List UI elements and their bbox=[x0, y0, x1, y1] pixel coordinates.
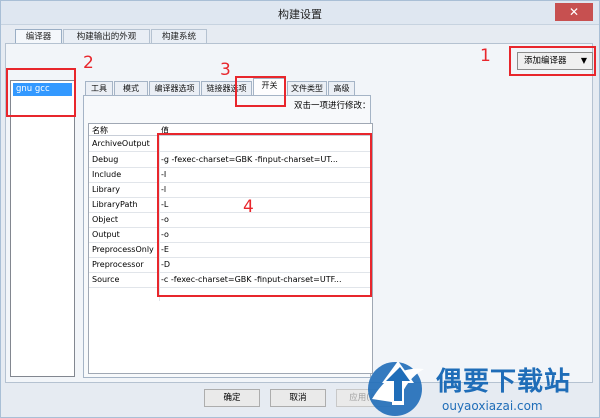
row-name: LibraryPath bbox=[92, 200, 138, 209]
row-name: Debug bbox=[92, 155, 119, 164]
annotation-number-4: 4 bbox=[243, 197, 254, 217]
tab-tools[interactable]: 工具 bbox=[85, 81, 113, 95]
window-title: 构建设置 bbox=[278, 8, 322, 21]
row-name: Object bbox=[92, 215, 119, 224]
row-name: Library bbox=[92, 185, 120, 194]
row-name: ArchiveOutput bbox=[92, 139, 150, 148]
row-name: Source bbox=[92, 275, 120, 284]
annotation-box-4 bbox=[157, 133, 372, 297]
row-name: Preprocessor bbox=[92, 260, 144, 269]
column-header-name[interactable]: 名称 bbox=[92, 125, 108, 136]
row-name: Output bbox=[92, 230, 120, 239]
annotation-number-2: 2 bbox=[83, 53, 94, 73]
annotation-number-3: 3 bbox=[220, 60, 231, 80]
close-button[interactable]: ✕ bbox=[555, 3, 593, 21]
site-watermark: 偶要下载站 ouyaoxiazai.com bbox=[362, 355, 600, 418]
annotation-box-3 bbox=[235, 76, 286, 107]
watermark-site-name: 偶要下载站 bbox=[436, 367, 572, 397]
tab-compiler-options[interactable]: 编译器选项 bbox=[149, 81, 200, 95]
compiler-list[interactable]: gnu gcc bbox=[10, 80, 75, 377]
watermark-logo-icon bbox=[368, 361, 424, 416]
tab-advanced[interactable]: 高级 bbox=[328, 81, 355, 95]
edit-hint: 双击一项进行修改： bbox=[294, 101, 371, 111]
cancel-button[interactable]: 取消 bbox=[270, 389, 326, 407]
annotation-box-2 bbox=[6, 68, 76, 117]
row-name: Include bbox=[92, 170, 122, 179]
tab-file-types[interactable]: 文件类型 bbox=[287, 81, 327, 95]
ok-button[interactable]: 确定 bbox=[204, 389, 260, 407]
row-name: PreprocessOnly bbox=[92, 245, 154, 254]
title-bar: 构建设置 ✕ bbox=[1, 1, 599, 25]
watermark-url: ouyaoxiazai.com bbox=[442, 399, 543, 413]
annotation-box-1 bbox=[509, 46, 596, 76]
tab-mode[interactable]: 模式 bbox=[114, 81, 148, 95]
annotation-number-1: 1 bbox=[480, 46, 491, 66]
